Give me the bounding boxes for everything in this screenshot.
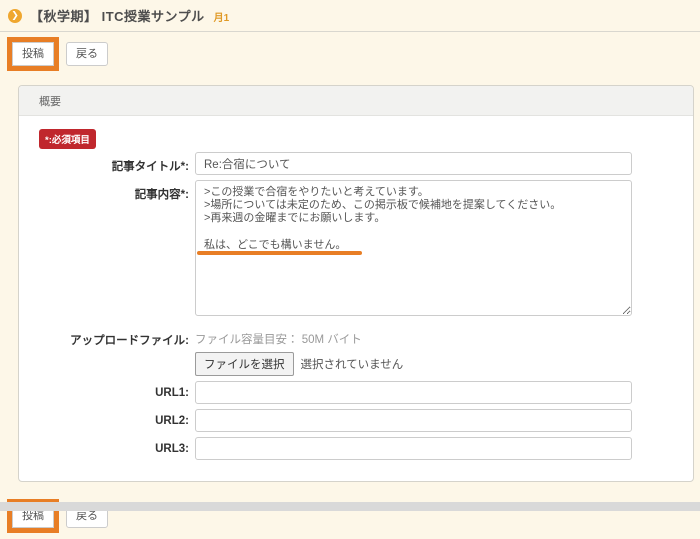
post-button-top[interactable]: 投稿 [12,42,54,66]
page-header: ❯ 【秋学期】 ITC授業サンプル 月1 [0,0,700,32]
article-title-label: 記事タイトル*: [39,152,189,174]
article-content-row: 記事内容*: >この授業で合宿をやりたいと考えています。 >場所については未定の… [39,180,673,321]
overview-panel: 概要 *:必須項目 記事タイトル*: 記事内容*: >この授業で合宿をやりたいと… [18,85,694,482]
page-bottom-edge [0,502,700,511]
url3-input[interactable] [195,437,632,460]
required-badge: *:必須項目 [39,129,96,149]
chevron-right-icon: ❯ [8,9,22,23]
file-input-control: ファイルを選択 選択されていません [195,352,632,376]
panel-body: *:必須項目 記事タイトル*: 記事内容*: >この授業で合宿をやりたいと考えて… [19,116,693,481]
article-title-row: 記事タイトル*: [39,152,673,175]
page-title: 【秋学期】 ITC授業サンプル [30,6,205,25]
url3-row: URL3: [39,437,673,460]
url1-row: URL1: [39,381,673,404]
url2-label: URL2: [39,409,189,427]
top-toolbar: 投稿 戻る [0,32,700,77]
url2-input[interactable] [195,409,632,432]
back-button-top[interactable]: 戻る [66,42,108,66]
url1-label: URL1: [39,381,189,399]
panel-header: 概要 [19,86,693,116]
file-status-text: 選択されていません [301,356,404,372]
article-title-input[interactable] [195,152,632,175]
article-content-textarea[interactable]: >この授業で合宿をやりたいと考えています。 >場所については未定のため、この掲示… [195,180,632,316]
file-select-button[interactable]: ファイルを選択 [195,352,294,376]
period-badge: 月1 [214,7,230,24]
page: ❯ 【秋学期】 ITC授業サンプル 月1 投稿 戻る 概要 *:必須項目 記事タ… [0,0,700,539]
post-form: 記事タイトル*: 記事内容*: >この授業で合宿をやりたいと考えています。 >場… [39,152,673,460]
upload-size-hint: ファイル容量目安： 50M バイト [195,331,632,347]
url1-input[interactable] [195,381,632,404]
url3-label: URL3: [39,437,189,455]
bottom-toolbar: 投稿 戻る [0,494,700,539]
annotation-highlight-top: 投稿 [7,37,59,71]
upload-label: アップロードファイル: [39,326,189,348]
upload-row: アップロードファイル: ファイル容量目安： 50M バイト ファイルを選択 選択… [39,326,673,376]
article-content-label: 記事内容*: [39,180,189,202]
url2-row: URL2: [39,409,673,432]
